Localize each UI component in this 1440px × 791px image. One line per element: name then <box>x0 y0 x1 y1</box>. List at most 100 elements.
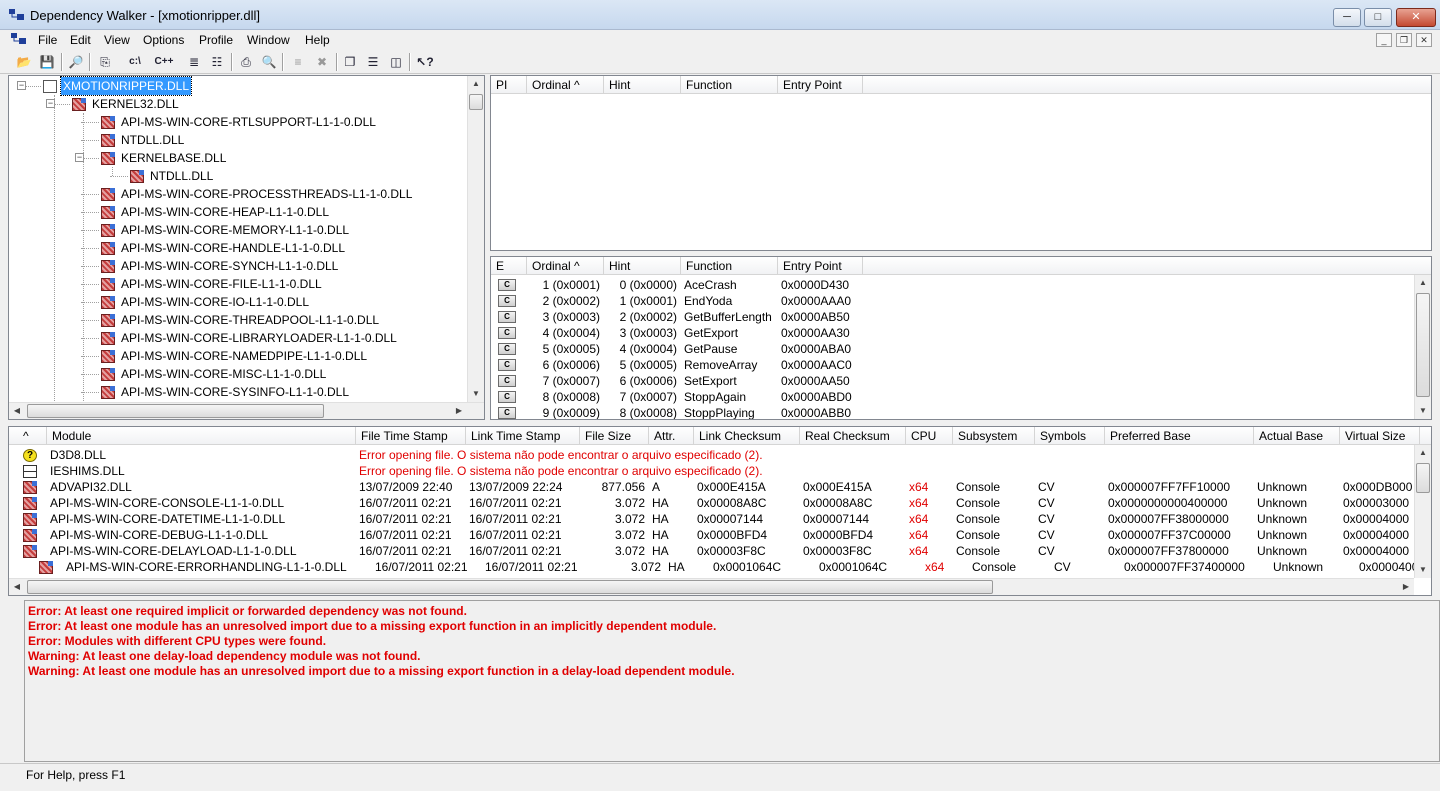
col-subsystem[interactable]: Subsystem <box>953 427 1035 445</box>
minimize-button[interactable]: ─ <box>1333 8 1361 27</box>
delete-icon[interactable]: ✖ <box>312 52 332 72</box>
open-icon[interactable]: 📂 <box>14 52 34 72</box>
menu-window[interactable]: Window <box>247 33 290 47</box>
tree-item[interactable]: API-MS-WIN-CORE-IO-L1-1-0.DLL <box>99 293 459 311</box>
export-row[interactable]: C 4 (0x0004) 3 (0x0003) GetExport 0x0000AA30 <box>491 325 1411 341</box>
scroll-right-icon[interactable]: ▶ <box>451 403 467 419</box>
col-actual-base[interactable]: Actual Base <box>1254 427 1340 445</box>
mdi-close-button[interactable]: ✕ <box>1416 33 1432 47</box>
context-help-icon[interactable]: ↖? <box>415 52 435 72</box>
tree-item[interactable]: API-MS-WIN-CORE-FILE-L1-1-0.DLL <box>99 275 459 293</box>
scroll-thumb[interactable] <box>27 404 324 418</box>
export-row[interactable]: C 5 (0x0005) 4 (0x0004) GetPause 0x0000ABA0 <box>491 341 1411 357</box>
module-row[interactable]: API-MS-WIN-CORE-DEBUG-L1-1-0.DLL 16/07/20… <box>9 527 1413 543</box>
modules-horizontal-scrollbar[interactable]: ◀ ▶ <box>9 578 1414 595</box>
mdi-minimize-button[interactable]: _ <box>1376 33 1392 47</box>
export-row[interactable]: C 9 (0x0009) 8 (0x0008) StoppPlaying 0x0000A… <box>491 405 1411 419</box>
mdi-restore-button[interactable]: ❐ <box>1396 33 1412 47</box>
col-preferred-base[interactable]: Preferred Base <box>1105 427 1254 445</box>
tree-item[interactable]: API-MS-WIN-CORE-MEMORY-L1-1-0.DLL <box>99 221 459 239</box>
tree-item[interactable]: KERNELBASE.DLL <box>99 149 459 167</box>
log-pane[interactable]: Error: At least one required implicit or… <box>24 600 1440 762</box>
menu-profile[interactable]: Profile <box>199 33 233 47</box>
col-pi[interactable]: PI <box>491 76 527 94</box>
menu-help[interactable]: Help <box>305 33 330 47</box>
print-icon[interactable]: ⎙ <box>236 52 256 72</box>
tile-vertical-icon[interactable]: ◫ <box>386 52 406 72</box>
scroll-thumb[interactable] <box>27 580 993 594</box>
col-link-time-stamp[interactable]: Link Time Stamp <box>466 427 580 445</box>
col-symbols[interactable]: Symbols <box>1035 427 1105 445</box>
tree-item[interactable]: API-MS-WIN-CORE-MISC-L1-1-0.DLL <box>99 365 459 383</box>
export-row[interactable]: C 6 (0x0006) 5 (0x0005) RemoveArray 0x0000AA… <box>491 357 1411 373</box>
col-virtual-size[interactable]: Virtual Size <box>1340 427 1420 445</box>
collapse-icon[interactable]: − <box>17 81 26 90</box>
scroll-up-icon[interactable]: ▲ <box>1415 445 1431 461</box>
tree-item[interactable]: API-MS-WIN-CORE-HANDLE-L1-1-0.DLL <box>99 239 459 257</box>
tree-item[interactable]: API-MS-WIN-CORE-HEAP-L1-1-0.DLL <box>99 203 459 221</box>
tree-vertical-scrollbar[interactable]: ▲ ▼ <box>467 76 484 402</box>
col-file-size[interactable]: File Size <box>580 427 649 445</box>
export-row[interactable]: C 8 (0x0008) 7 (0x0007) StoppAgain 0x0000ABD… <box>491 389 1411 405</box>
module-row[interactable]: API-MS-WIN-CORE-DATETIME-L1-1-0.DLL 16/07… <box>9 511 1413 527</box>
export-row[interactable]: C 2 (0x0002) 1 (0x0001) EndYoda 0x0000AAA0 <box>491 293 1411 309</box>
module-row[interactable]: API-MS-WIN-CORE-DELAYLOAD-L1-1-0.DLL 16/0… <box>9 543 1413 559</box>
tree-horizontal-scrollbar[interactable]: ◀ ▶ <box>9 402 484 419</box>
col-ordinal[interactable]: Ordinal ^ <box>527 76 604 94</box>
module-row[interactable]: ADVAPI32.DLL 13/07/2009 22:40 13/07/2009 2… <box>9 479 1413 495</box>
menu-file[interactable]: File <box>38 33 57 47</box>
tree-item[interactable]: API-MS-WIN-CORE-RTLSUPPORT-L1-1-0.DLL <box>99 113 459 131</box>
col-function[interactable]: Function <box>681 257 778 275</box>
scroll-up-icon[interactable]: ▲ <box>468 76 484 92</box>
col-attr[interactable]: Attr. <box>649 427 694 445</box>
cascade-icon[interactable]: ❐ <box>340 52 360 72</box>
tree-item[interactable]: API-MS-WIN-CORE-SYSINFO-L1-1-0.DLL <box>99 383 459 401</box>
menu-options[interactable]: Options <box>143 33 184 47</box>
col-cpu[interactable]: CPU <box>906 427 953 445</box>
find-icon[interactable]: 🔎 <box>66 52 86 72</box>
configure-icon[interactable]: ≡ <box>288 52 308 72</box>
scroll-down-icon[interactable]: ▼ <box>468 386 484 402</box>
scroll-thumb[interactable] <box>1416 293 1430 397</box>
tree-item[interactable]: XMOTIONRIPPER.DLL <box>41 76 459 96</box>
modules-vertical-scrollbar[interactable]: ▲ ▼ <box>1414 445 1431 578</box>
col-sort[interactable]: ^ <box>9 427 47 445</box>
find-next-icon[interactable]: 🔍 <box>259 52 279 72</box>
tree-item[interactable]: API-MS-WIN-CORE-THREADPOOL-L1-1-0.DLL <box>99 311 459 329</box>
col-module[interactable]: Module <box>47 427 356 445</box>
col-hint[interactable]: Hint <box>604 257 681 275</box>
scroll-left-icon[interactable]: ◀ <box>9 579 25 595</box>
maximize-button[interactable]: □ <box>1364 8 1392 27</box>
export-row[interactable]: C 1 (0x0001) 0 (0x0000) AceCrash 0x0000D430 <box>491 277 1411 293</box>
module-list[interactable]: ^ Module File Time Stamp Link Time Stamp Fil… <box>8 426 1432 596</box>
tree-item[interactable]: KERNEL32.DLL <box>70 95 459 113</box>
title-bar[interactable]: Dependency Walker - [xmotionripper.dll] … <box>0 0 1440 30</box>
module-row[interactable]: API-MS-WIN-CORE-CONSOLE-L1-1-0.DLL 16/07/… <box>9 495 1413 511</box>
tree-item[interactable]: API-MS-WIN-CORE-NAMEDPIPE-L1-1-0.DLL <box>99 347 459 365</box>
scroll-thumb[interactable] <box>1416 463 1430 493</box>
col-function[interactable]: Function <box>681 76 778 94</box>
close-button[interactable]: ✕ <box>1396 8 1436 27</box>
tree-item[interactable]: NTDLL.DLL <box>99 131 459 149</box>
module-tree[interactable]: XMOTIONRIPPER.DLL − KERNEL32.DLL − API-MS-WI… <box>8 75 485 420</box>
tree-item[interactable]: API-MS-WIN-CORE-LIBRARYLOADER-L1-1-0.DLL <box>99 329 459 347</box>
module-row[interactable]: IESHIMS.DLL Error opening file. O sistema… <box>9 463 1413 479</box>
scroll-down-icon[interactable]: ▼ <box>1415 562 1431 578</box>
module-row[interactable]: API-MS-WIN-CORE-ERRORHANDLING-L1-1-0.DLL… <box>25 559 1429 575</box>
parent-imports-list[interactable]: PI Ordinal ^ Hint Function Entry Point <box>490 75 1432 251</box>
module-row[interactable]: ? D3D8.DLL Error opening file. O sistema n… <box>9 447 1413 463</box>
col-ordinal[interactable]: Ordinal ^ <box>527 257 604 275</box>
exports-list[interactable]: E Ordinal ^ Hint Function Entry Point C 1… <box>490 256 1432 420</box>
export-row[interactable]: C 3 (0x0003) 2 (0x0002) GetBufferLength 0x00… <box>491 309 1411 325</box>
col-link-checksum[interactable]: Link Checksum <box>694 427 800 445</box>
exports-vertical-scrollbar[interactable]: ▲ ▼ <box>1414 275 1431 419</box>
menu-edit[interactable]: Edit <box>70 33 91 47</box>
scroll-down-icon[interactable]: ▼ <box>1415 403 1431 419</box>
col-file-time-stamp[interactable]: File Time Stamp <box>356 427 466 445</box>
scroll-up-icon[interactable]: ▲ <box>1415 275 1431 291</box>
col-entry-point[interactable]: Entry Point <box>778 76 863 94</box>
tree-item[interactable]: NTDLL.DLL <box>128 167 459 185</box>
menu-view[interactable]: View <box>104 33 130 47</box>
cpp-button[interactable]: C++ <box>154 52 174 72</box>
col-e[interactable]: E <box>491 257 527 275</box>
